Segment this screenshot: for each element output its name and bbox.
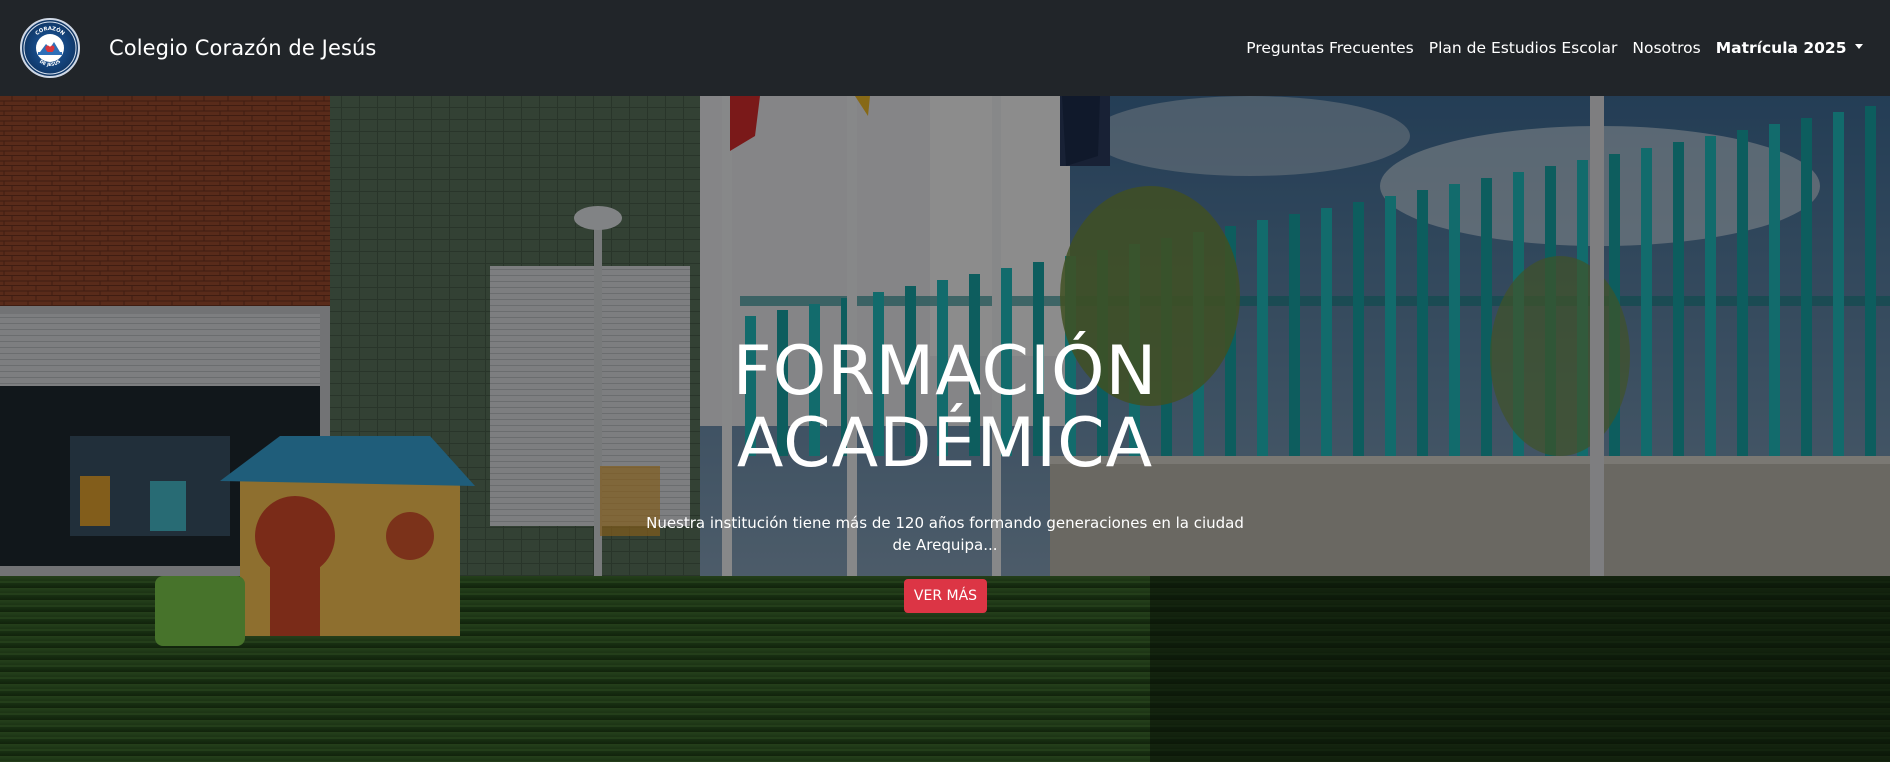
hero-title-line1: FORMACIÓN — [732, 332, 1158, 411]
main-nav: Preguntas Frecuentes Plan de Estudios Es… — [1239, 39, 1870, 57]
nav-dropdown-enrollment-label: Matrícula 2025 — [1715, 39, 1847, 57]
nav-link-about[interactable]: Nosotros — [1625, 39, 1708, 57]
ver-mas-button[interactable]: VER MÁS — [904, 579, 987, 613]
hero-title-line2: ACADÉMICA — [736, 404, 1154, 483]
nav-link-faq[interactable]: Preguntas Frecuentes — [1239, 39, 1421, 57]
navbar: CORAZÓN DE JESÚS Colegio Corazón de Jesú… — [0, 0, 1890, 96]
school-logo[interactable]: CORAZÓN DE JESÚS — [20, 18, 80, 78]
hero-description: Nuestra institución tiene más de 120 año… — [646, 514, 1244, 554]
nav-dropdown-enrollment[interactable]: Matrícula 2025 — [1708, 39, 1870, 57]
caret-down-icon — [1854, 44, 1863, 49]
hero-content: FORMACIÓN ACADÉMICA Nuestra institución … — [0, 96, 1890, 762]
school-crest-icon: CORAZÓN DE JESÚS — [23, 21, 77, 75]
nav-link-curriculum[interactable]: Plan de Estudios Escolar — [1421, 39, 1625, 57]
hero-banner: FORMACIÓN ACADÉMICA Nuestra institución … — [0, 96, 1890, 762]
brand-name[interactable]: Colegio Corazón de Jesús — [109, 36, 376, 60]
hero-title: FORMACIÓN ACADÉMICA — [0, 336, 1890, 480]
